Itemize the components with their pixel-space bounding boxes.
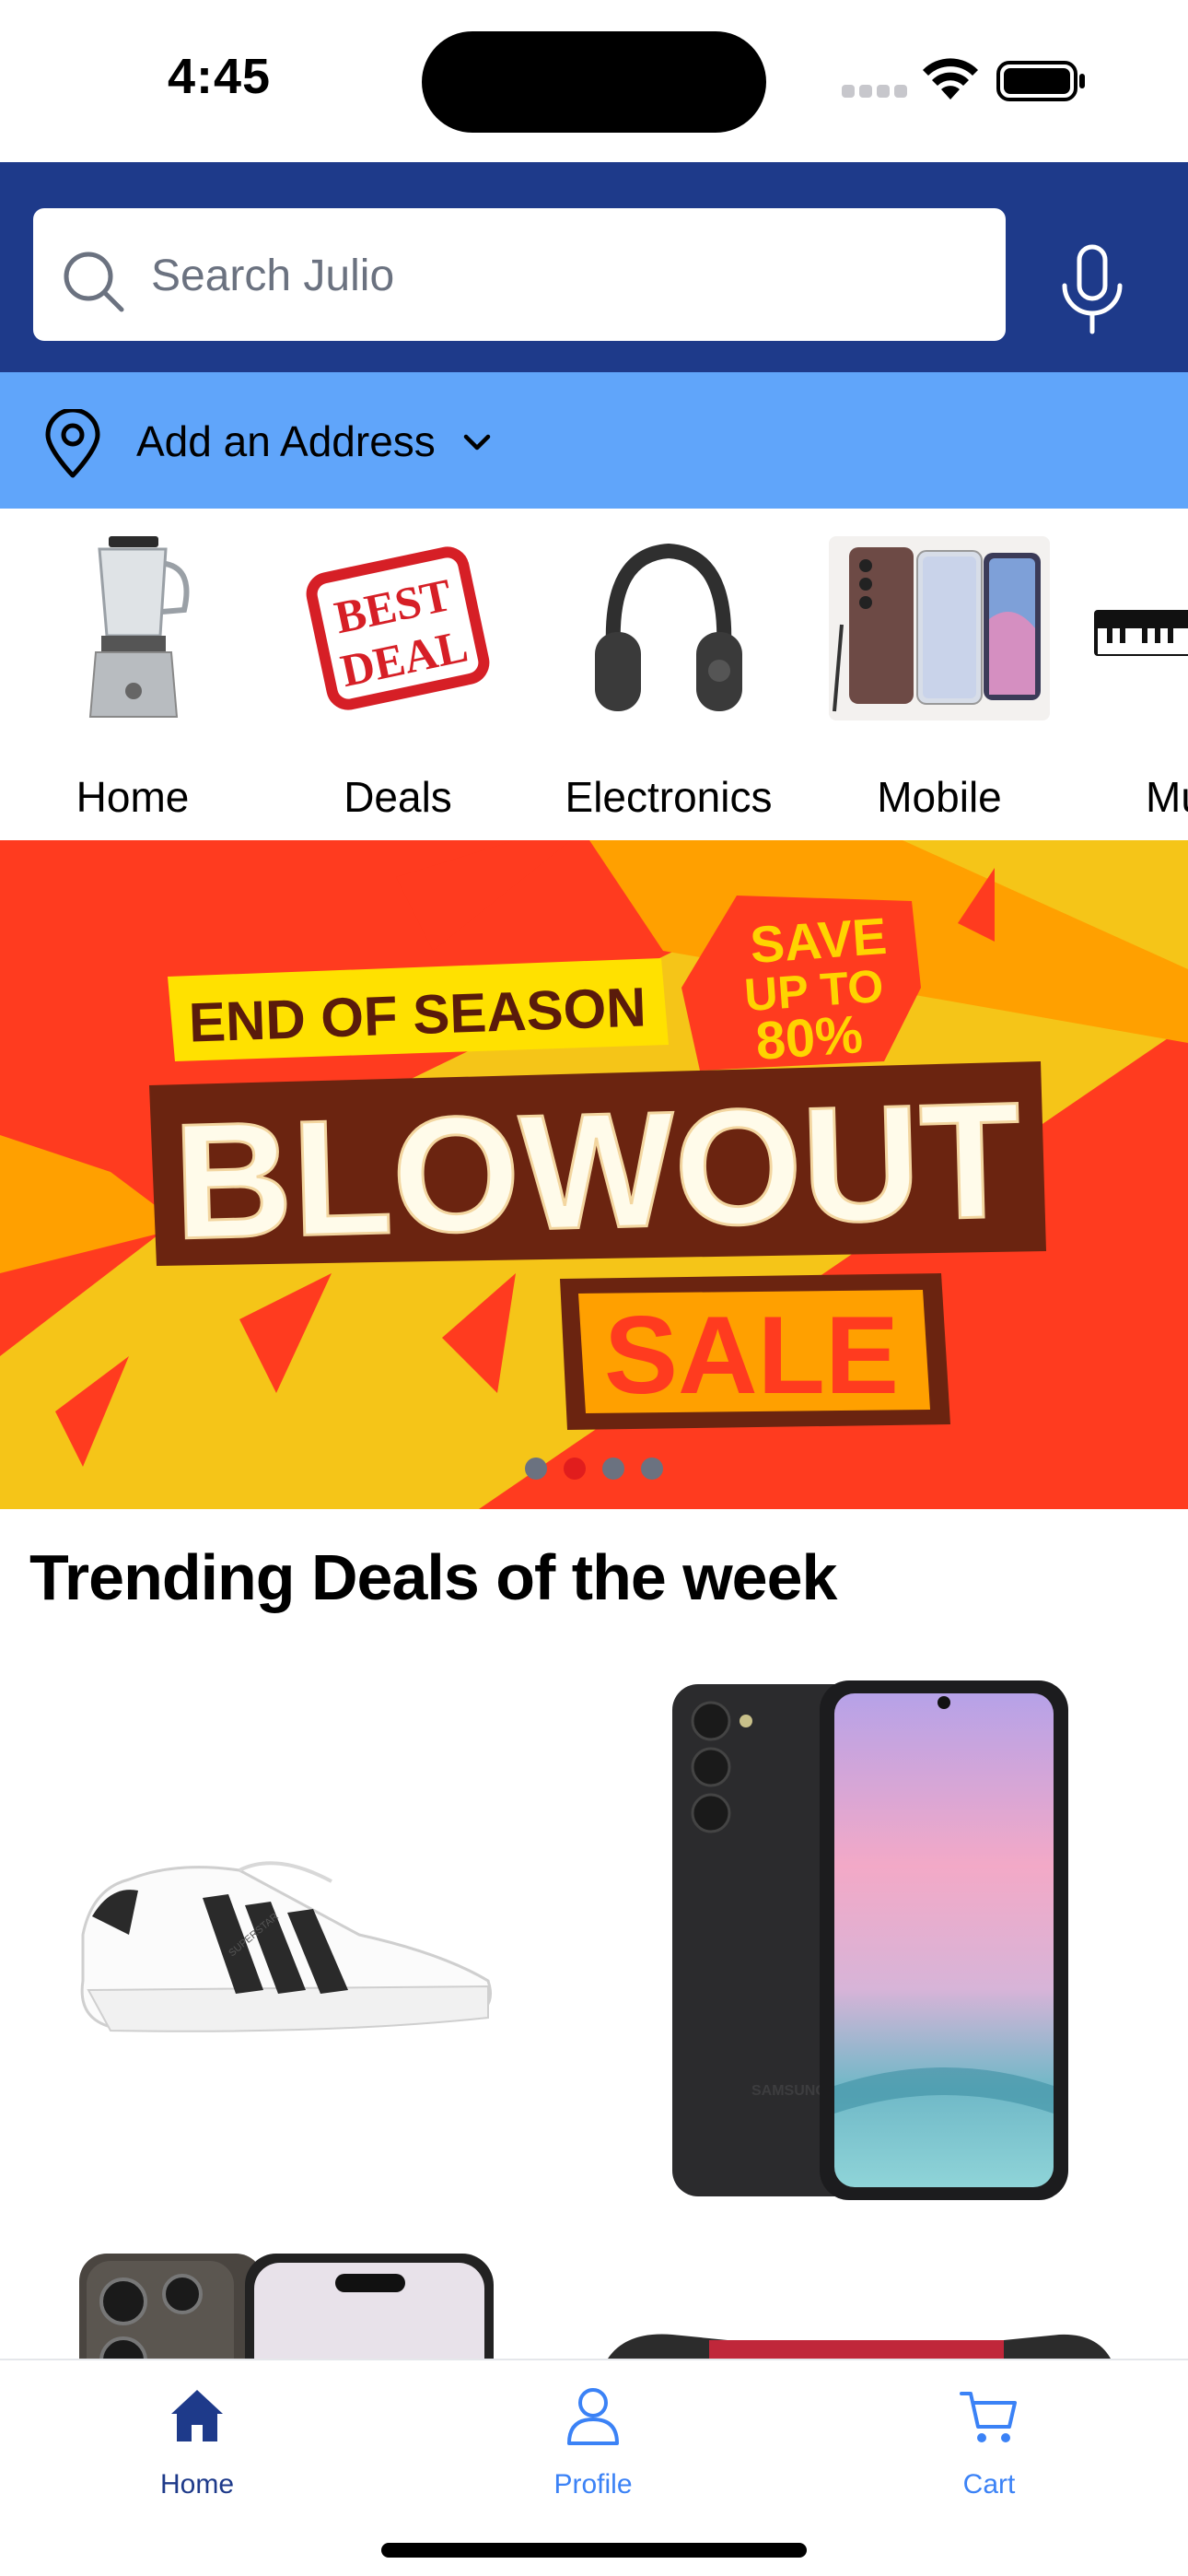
phone-image: SAMSUNG <box>672 1680 1068 2200</box>
product-card[interactable]: SAMSUNG <box>669 1680 1077 2202</box>
category-label: Deals <box>344 773 452 821</box>
cellular-signal-icon <box>842 85 908 98</box>
product-card[interactable] <box>599 2322 1114 2359</box>
trending-section-title: Trending Deals of the week <box>29 1541 837 1613</box>
search-icon <box>64 252 124 312</box>
tab-label: Profile <box>553 2469 633 2500</box>
controller-image <box>608 2334 1111 2359</box>
page-dot[interactable] <box>641 1458 663 1480</box>
location-pin-icon <box>45 409 100 478</box>
category-home[interactable]: Home <box>22 536 243 831</box>
page-dot[interactable] <box>602 1458 624 1480</box>
banner-badge-line3: 80% <box>753 1004 864 1071</box>
category-electronics[interactable]: Electronics <box>553 536 785 831</box>
sneaker-image: SUPERSTAR <box>80 1861 492 2032</box>
category-label: Electronics <box>565 773 773 821</box>
address-bar[interactable]: Add an Address <box>0 372 1188 509</box>
smartphones-image <box>829 536 1050 720</box>
wifi-icon <box>923 58 978 100</box>
promo-banner[interactable]: SAVE UP TO 80% END OF SEASON BLOWOUT SAL… <box>0 840 1188 1509</box>
banner-subline: SALE <box>604 1294 899 1417</box>
iphone-image <box>79 2254 494 2359</box>
dynamic-island <box>422 31 766 133</box>
page-dot[interactable] <box>525 1458 547 1480</box>
category-label: Mobile <box>877 773 1002 821</box>
category-mobile[interactable]: Mobile <box>829 536 1050 831</box>
best-deal-image: BEST DEAL <box>306 546 490 710</box>
banner-page-indicator[interactable] <box>521 1458 669 1481</box>
tab-cart[interactable]: Cart <box>897 2384 1081 2523</box>
phone-print: SAMSUNG <box>751 2083 827 2099</box>
banner-headline: BLOWOUT <box>171 1068 1022 1273</box>
search-header <box>0 162 1188 372</box>
category-deals[interactable]: BEST DEAL Deals <box>287 536 508 831</box>
home-indicator <box>381 2543 807 2558</box>
category-music[interactable]: Mu <box>1094 536 1188 831</box>
category-label: Mu <box>1146 773 1188 821</box>
banner-artwork: SAVE UP TO 80% END OF SEASON BLOWOUT SAL… <box>0 840 1188 1509</box>
tab-label: Home <box>159 2469 235 2500</box>
status-time: 4:45 <box>168 49 272 104</box>
home-icon <box>171 2390 223 2441</box>
microphone-icon[interactable] <box>1057 243 1127 335</box>
keyboard-piano-image <box>1094 610 1188 656</box>
product-card[interactable] <box>79 2254 497 2359</box>
page-dot-active[interactable] <box>564 1458 586 1480</box>
add-address-label: Add an Address <box>136 417 436 465</box>
search-input[interactable] <box>151 243 961 308</box>
tab-home[interactable]: Home <box>105 2384 289 2523</box>
category-label: Home <box>76 773 190 821</box>
category-strip[interactable]: Home BEST DEAL Deals Electronics Mobile … <box>0 509 1188 840</box>
chevron-down-icon <box>463 434 491 451</box>
profile-icon <box>567 2388 619 2445</box>
status-bar: 4:45 <box>0 0 1188 162</box>
product-card[interactable]: SUPERSTAR <box>55 1806 516 2082</box>
battery-icon <box>996 61 1085 101</box>
search-box[interactable] <box>33 208 1006 341</box>
blender-image <box>88 536 190 718</box>
cart-icon <box>960 2392 1017 2442</box>
tab-label: Cart <box>962 2469 1016 2500</box>
headphones-image <box>595 543 742 711</box>
tab-profile[interactable]: Profile <box>501 2384 685 2523</box>
